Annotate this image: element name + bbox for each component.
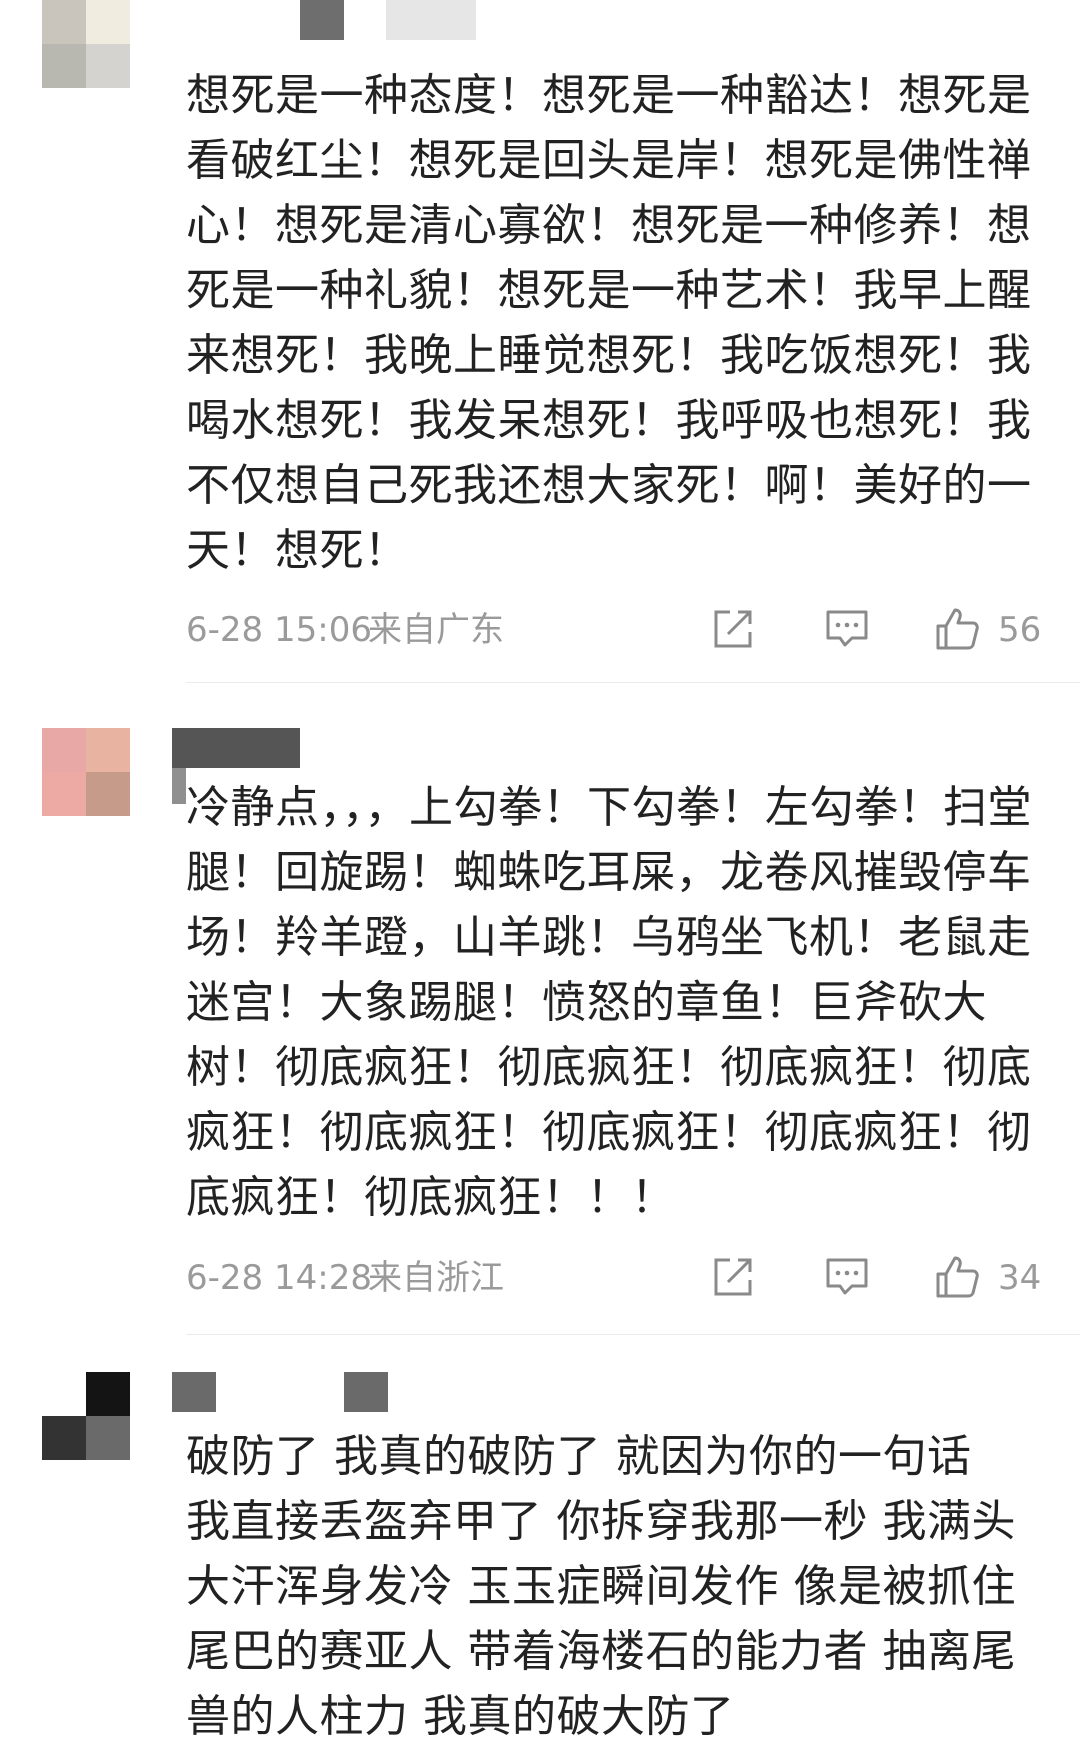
username-redacted[interactable] (172, 1372, 572, 1412)
divider (186, 1334, 1080, 1335)
avatar-pixel (42, 1416, 86, 1460)
comment-text: 想死是一种态度！想死是一种豁达！想死是看破红尘！想死是回头是岸！想死是佛性禅心！… (186, 70, 1032, 576)
avatar[interactable] (42, 728, 130, 816)
avatar-pixel (86, 0, 130, 44)
avatar-pixel (42, 44, 86, 88)
avatar-pixel (86, 728, 130, 772)
comment-time: 6-28 15:06 (186, 610, 372, 650)
avatar-pixel (42, 0, 86, 44)
comment-location: 来自广东 (368, 610, 504, 650)
comment-text: 破防了 我真的破防了 就因为你的一句话 我直接丢盔弃甲了 你拆穿我那一秒 我满头… (186, 1431, 1016, 1742)
avatar-pixel (42, 1372, 86, 1416)
divider (186, 682, 1080, 683)
avatar-pixel (42, 772, 86, 816)
thumbs-up-icon[interactable] (934, 1254, 980, 1300)
comment-meta: 6-28 15:06 来自广东 56 (186, 600, 1048, 660)
thumbs-up-icon[interactable] (934, 606, 980, 652)
avatar-pixel (86, 1372, 130, 1416)
avatar-pixel (86, 1416, 130, 1460)
username-redacted[interactable] (172, 728, 472, 804)
comment-location: 来自浙江 (368, 1258, 504, 1298)
share-icon[interactable] (710, 1254, 756, 1300)
comment-text: 冷静点，，，上勾拳！下勾拳！左勾拳！扫堂腿！回旋踢！蜘蛛吃耳屎，龙卷风摧毁停车场… (186, 782, 1032, 1223)
avatar-pixel (86, 772, 130, 816)
username-redacted[interactable] (172, 0, 476, 40)
avatar-pixel (42, 728, 86, 772)
comment-icon[interactable] (824, 606, 870, 652)
like-count: 34 (998, 1258, 1042, 1298)
avatar-pixel (86, 44, 130, 88)
comment-feed: 想死是一种态度！想死是一种豁达！想死是看破红尘！想死是回头是岸！想死是佛性禅心！… (0, 0, 1080, 1762)
avatar[interactable] (42, 0, 130, 88)
comment-icon[interactable] (824, 1254, 870, 1300)
avatar[interactable] (42, 1372, 130, 1460)
like-count: 56 (998, 610, 1042, 650)
share-icon[interactable] (710, 606, 756, 652)
comment-meta: 6-28 14:28 来自浙江 34 (186, 1248, 1048, 1308)
comment-time: 6-28 14:28 (186, 1258, 372, 1298)
